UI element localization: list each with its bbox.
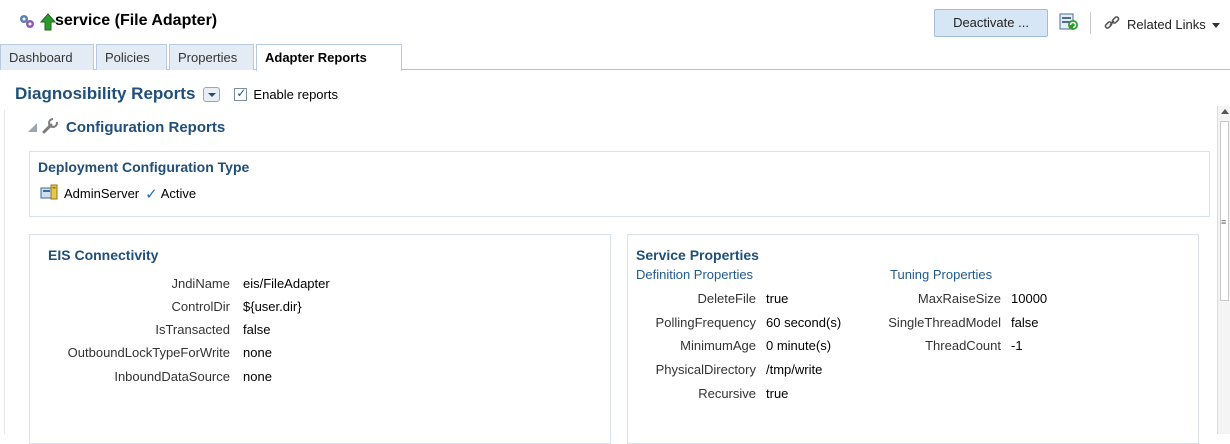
tab-adapter-reports[interactable]: Adapter Reports [256,44,402,71]
service-title: Service Properties [636,247,759,263]
related-links-label: Related Links [1127,17,1206,32]
deployment-title: Deployment Configuration Type [38,159,250,175]
related-links-menu[interactable]: Related Links [1103,14,1220,35]
definition-value: /tmp/write [766,362,823,377]
tuning-key: MaxRaiseSize [917,291,1001,306]
definition-key: PhysicalDirectory [655,362,756,377]
tuning-value: 10000 [1011,291,1048,306]
adapter-icon [17,12,37,35]
dropdown-arrow-icon [1211,17,1220,32]
config-reports-title: Configuration Reports [66,119,226,136]
definition-value: true [766,386,789,401]
tuning-value: false [1011,315,1039,330]
reports-title: Diagnosibility Reports [15,84,196,103]
eis-value: false [243,322,271,337]
definition-properties-heading: Definition Properties [636,267,754,282]
enable-reports-checkbox[interactable] [234,86,248,101]
tab-dashboard[interactable]: Dashboard [0,44,94,70]
tuning-properties-heading: Tuning Properties [890,267,993,282]
title-icons [17,12,57,35]
reports-header: Diagnosibility Reports Enable reports [15,84,338,104]
page-title: service (File Adapter) [55,12,218,29]
definition-key: DeleteFile [697,291,756,306]
eis-value: none [243,369,272,384]
vertical-scrollbar[interactable]: ≡ [1217,106,1230,434]
deployment-panel: Deployment Configuration Type AdminServe… [29,151,1210,217]
enable-reports-toggle[interactable]: Enable reports [234,86,338,102]
config-reports-header[interactable]: Configuration Reports [28,117,225,138]
wrench-icon [41,117,59,138]
deactivate-button[interactable]: Deactivate ... [934,9,1048,37]
tuning-key: ThreadCount [925,338,1001,353]
refresh-icon[interactable] [1058,11,1080,36]
server-status: Active [160,186,197,201]
definition-value: true [766,291,789,306]
reports-menu-button[interactable] [203,86,221,102]
content-divider [4,110,5,434]
tuning-value: -1 [1011,338,1023,353]
eis-value: ${user.dir} [243,299,302,314]
deployment-row: AdminServer ✓ Active [40,184,196,203]
tab-policies[interactable]: Policies [96,44,167,70]
definition-key: MinimumAge [680,338,756,353]
definition-value: 0 minute(s) [766,338,832,353]
eis-key: OutboundLockTypeForWrite [67,345,230,360]
enable-reports-label: Enable reports [253,86,338,102]
eis-key: IsTransacted [155,322,230,337]
server-name: AdminServer [64,186,140,201]
toolbar-divider [1090,12,1091,34]
definition-key: PollingFrequency [655,315,756,330]
tab-bar: Dashboard Policies Properties Adapter Re… [0,44,1230,71]
collapse-triangle-icon[interactable] [28,123,37,132]
eis-connectivity-panel: EIS Connectivity JndiName eis/FileAdapte… [29,234,611,444]
service-properties-panel: Service Properties Definition Properties… [627,234,1199,444]
definition-key: Recursive [698,386,756,401]
eis-key: JndiName [171,276,230,291]
link-icon [1103,14,1121,35]
scroll-up-icon[interactable] [1221,109,1229,114]
eis-key: ControlDir [171,299,230,314]
scrollbar-thumb[interactable] [1220,121,1229,301]
eis-value: none [243,345,272,360]
eis-title: EIS Connectivity [48,247,159,263]
tuning-key: SingleThreadModel [888,315,1001,330]
definition-value: 60 second(s) [766,315,842,330]
server-icon [40,184,58,203]
scroll-grip-icon: ≡ [1221,217,1227,227]
eis-value: eis/FileAdapter [243,276,330,291]
tab-properties[interactable]: Properties [169,44,254,70]
page-header: service (File Adapter) Deactivate ... Re… [0,0,1230,44]
eis-key: InboundDataSource [114,369,230,384]
check-icon: ✓ [145,185,158,203]
up-arrow-icon [39,13,57,34]
